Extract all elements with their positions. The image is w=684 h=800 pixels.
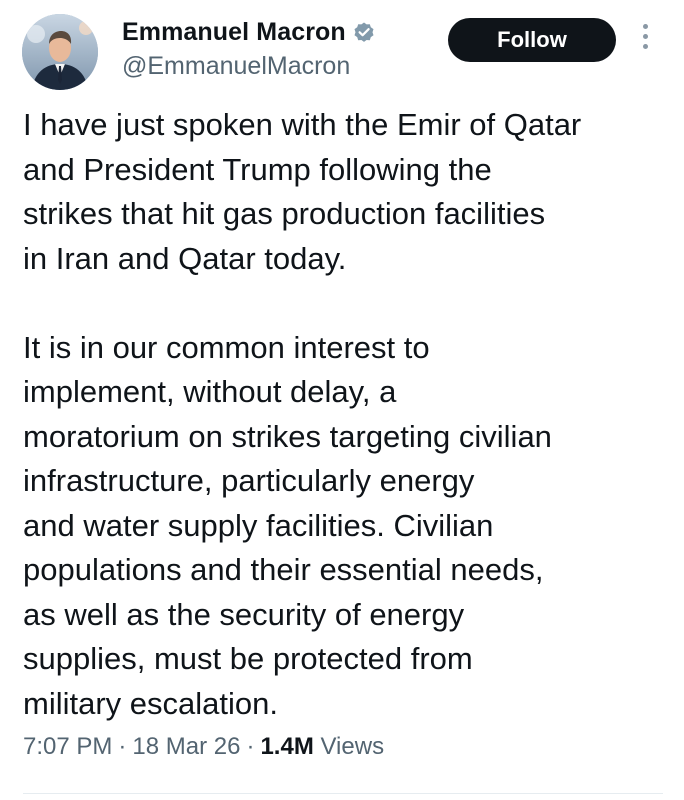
views-count[interactable]: 1.4M [260,733,313,760]
more-vertical-icon[interactable] [638,24,652,60]
tweet-header: Emmanuel Macron @EmmanuelMacron Follow [22,10,662,90]
tweet-line: as well as the security of energy [23,596,465,632]
tweet-card: Emmanuel Macron @EmmanuelMacron Follow I… [0,0,684,800]
author-handle[interactable]: @EmmanuelMacron [122,52,376,81]
tweet-line: populations and their essential needs, [23,552,544,587]
tweet-line: I have just spoken with the Emir of Qata… [23,107,582,142]
tweet-line: military escalation. [23,685,278,721]
tweet-date[interactable]: 18 Mar 26 [132,733,240,760]
display-name-row: Emmanuel Macron [122,14,376,50]
verified-badge-icon[interactable] [352,20,376,44]
tweet-line: implement, without delay, a [23,374,397,409]
tweet-line: and President Trump following the [23,151,492,187]
tweet-line: moratorium on strikes targeting civilian [23,418,552,454]
divider [23,793,663,794]
views-label[interactable]: Views [320,733,384,760]
meta-separator: · [246,733,255,760]
tweet-line: in Iran and Qatar today. [23,240,347,276]
avatar[interactable] [22,14,98,90]
tweet-meta: 7:07 PM · 18 Mar 26 · 1.4M Views [23,733,384,761]
tweet-line: and water supply facilities. Civilian [23,507,494,543]
author-display-name[interactable]: Emmanuel Macron [122,18,346,47]
tweet-line: infrastructure, particularly energy [23,463,475,498]
tweet-time[interactable]: 7:07 PM [23,733,112,760]
meta-separator: · [118,733,127,760]
tweet-line: It is in our common interest to [23,329,430,365]
tweet-text: I have just spoken with the Emir of Qata… [23,103,663,726]
follow-button[interactable]: Follow [448,18,616,62]
tweet-line: supplies, must be protected from [23,641,473,676]
author-names: Emmanuel Macron @EmmanuelMacron [122,14,376,81]
tweet-line: strikes that hit gas production faciliti… [23,196,546,231]
